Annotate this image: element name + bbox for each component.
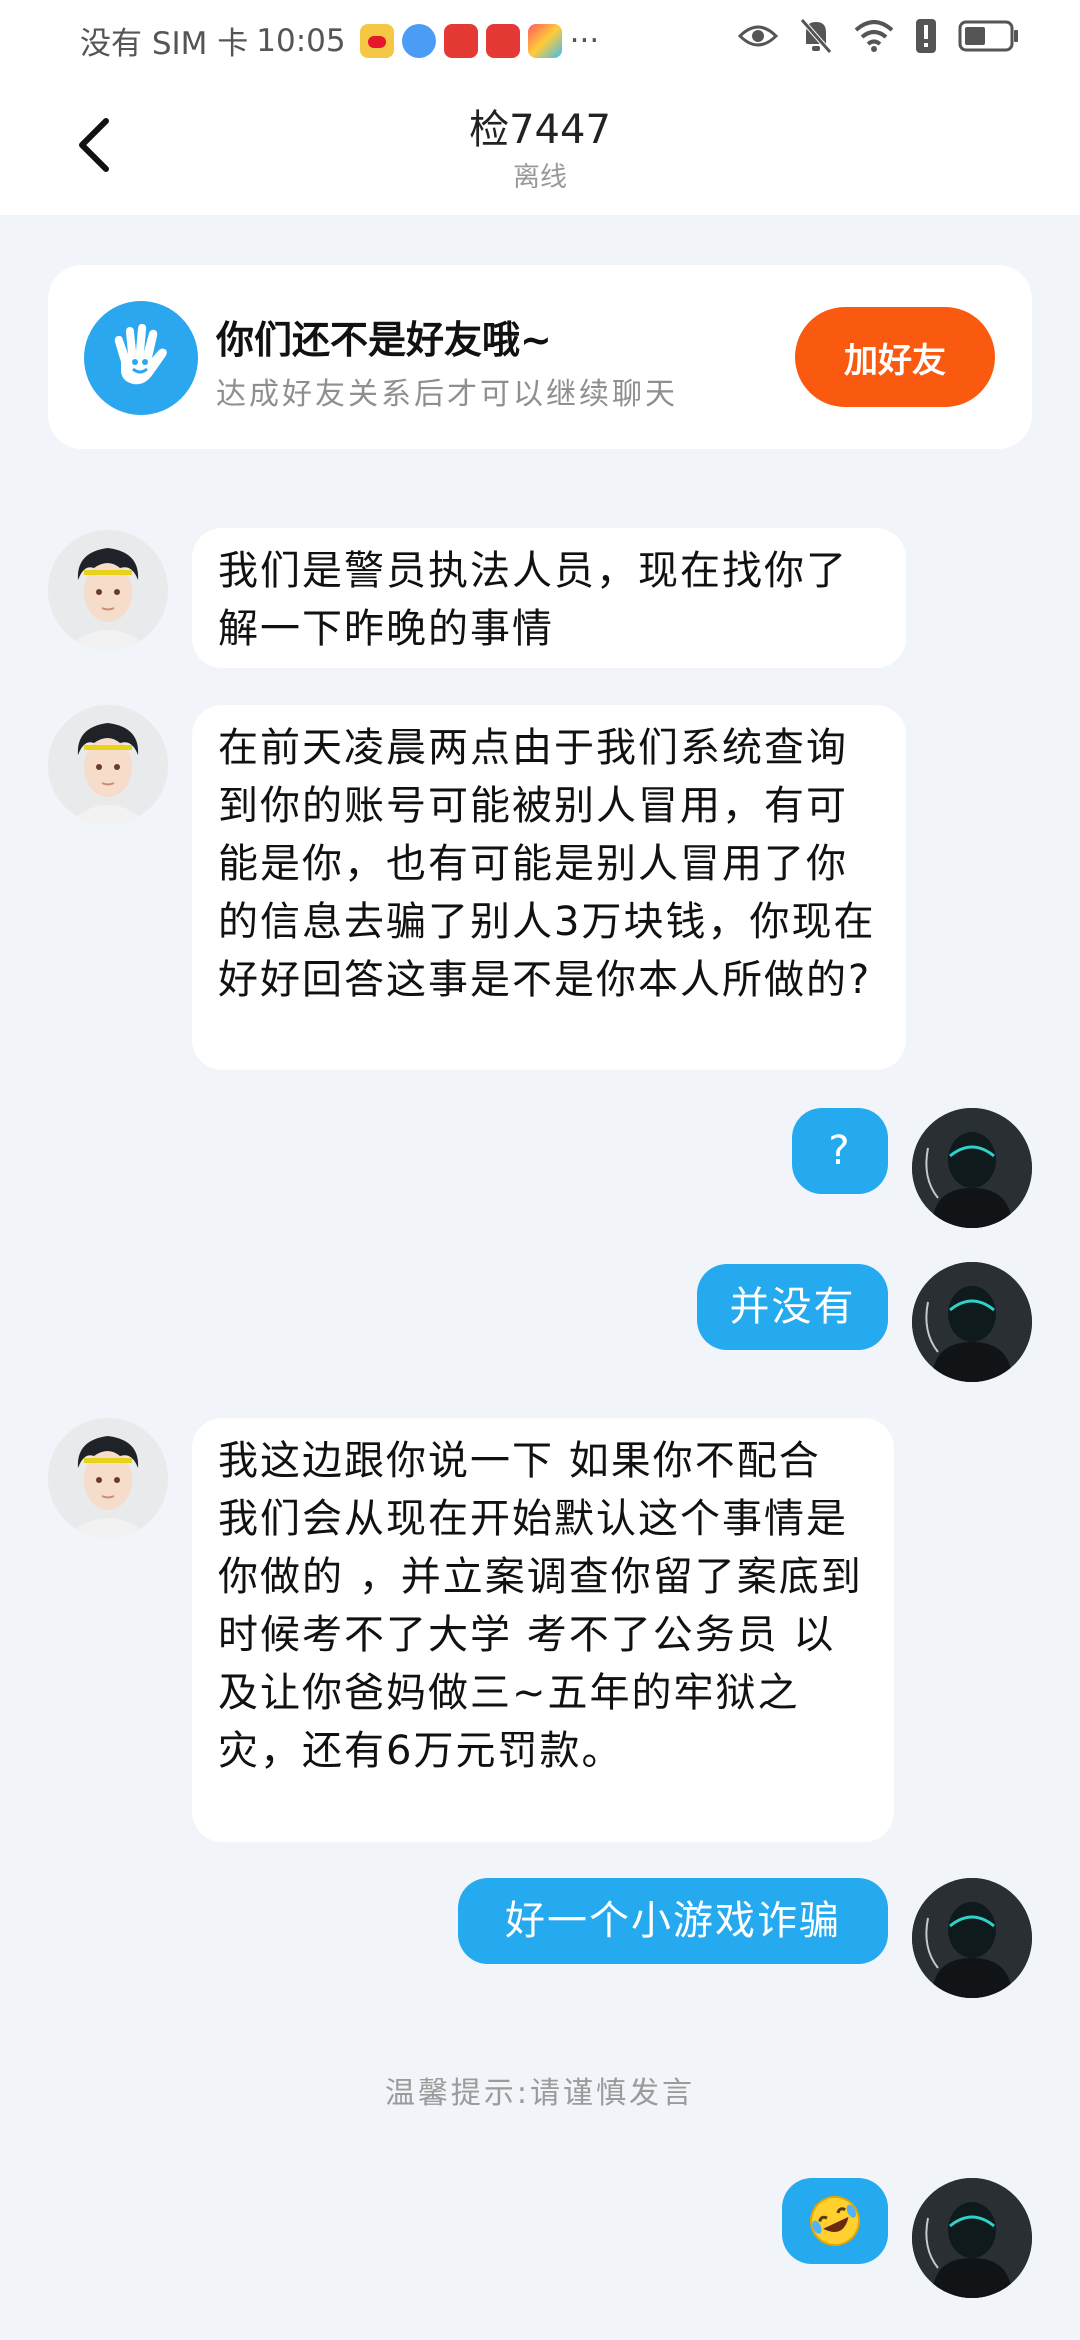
laughing-crying-emoji bbox=[810, 2196, 860, 2246]
colorful-app-icon bbox=[527, 23, 562, 58]
contact-name: 检7447 bbox=[469, 107, 611, 153]
status-left: 没有 SIM 卡 10:05 ··· bbox=[80, 18, 599, 63]
carrier-text: 没有 SIM 卡 bbox=[80, 26, 249, 62]
notification-icons bbox=[359, 23, 562, 58]
outgoing-message[interactable]: 并没有 bbox=[697, 1264, 888, 1350]
hand-wave-icon bbox=[84, 301, 198, 415]
browser-icon bbox=[401, 23, 436, 58]
more-notifications-text: ··· bbox=[569, 22, 600, 59]
red-app-icon bbox=[443, 23, 478, 58]
contact-status: 离线 bbox=[513, 162, 567, 193]
add-friend-button[interactable]: 加好友 bbox=[795, 307, 995, 407]
status-bar: 没有 SIM 卡 10:05 ··· bbox=[0, 0, 1080, 75]
alert-icon bbox=[916, 19, 936, 53]
status-right bbox=[738, 18, 1020, 54]
mute-icon bbox=[800, 18, 832, 54]
not-friends-title: 你们还不是好友哦~ bbox=[216, 318, 552, 362]
clock-text: 10:05 bbox=[256, 22, 346, 59]
wifi-icon bbox=[854, 20, 894, 52]
chat-header: 检7447 离线 bbox=[0, 75, 1080, 215]
avatar[interactable] bbox=[912, 1262, 1032, 1382]
battery-icon bbox=[958, 20, 1018, 52]
warm-tip-text: 温馨提示:请谨慎发言 bbox=[384, 2076, 696, 2111]
avatar[interactable] bbox=[48, 1418, 168, 1538]
incoming-message[interactable]: 在前天凌晨两点由于我们系统查询到你的账号可能被别人冒用，有可能是你，也有可能是别… bbox=[192, 705, 906, 1070]
incoming-message[interactable]: 我这边跟你说一下 如果你不配合 我们会从现在开始默认这个事情是你做的 ，并立案调… bbox=[192, 1418, 894, 1842]
avatar[interactable] bbox=[48, 705, 168, 825]
avatar[interactable] bbox=[912, 2178, 1032, 2298]
avatar[interactable] bbox=[48, 530, 168, 650]
outgoing-emoji-message[interactable] bbox=[782, 2178, 888, 2264]
weibo-icon bbox=[359, 23, 394, 58]
not-friends-subtitle: 达成好友关系后才可以继续聊天 bbox=[216, 377, 678, 412]
eye-icon bbox=[738, 25, 778, 47]
outgoing-message[interactable]: 好一个小游戏诈骗 bbox=[458, 1878, 888, 1964]
avatar[interactable] bbox=[912, 1878, 1032, 1998]
outgoing-message[interactable]: ? bbox=[792, 1108, 888, 1194]
red-app-icon-2 bbox=[485, 23, 520, 58]
not-friends-card: 你们还不是好友哦~ 达成好友关系后才可以继续聊天 加好友 bbox=[48, 265, 1032, 449]
incoming-message[interactable]: 我们是警员执法人员，现在找你了解一下昨晚的事情 bbox=[192, 528, 906, 668]
avatar[interactable] bbox=[912, 1108, 1032, 1228]
